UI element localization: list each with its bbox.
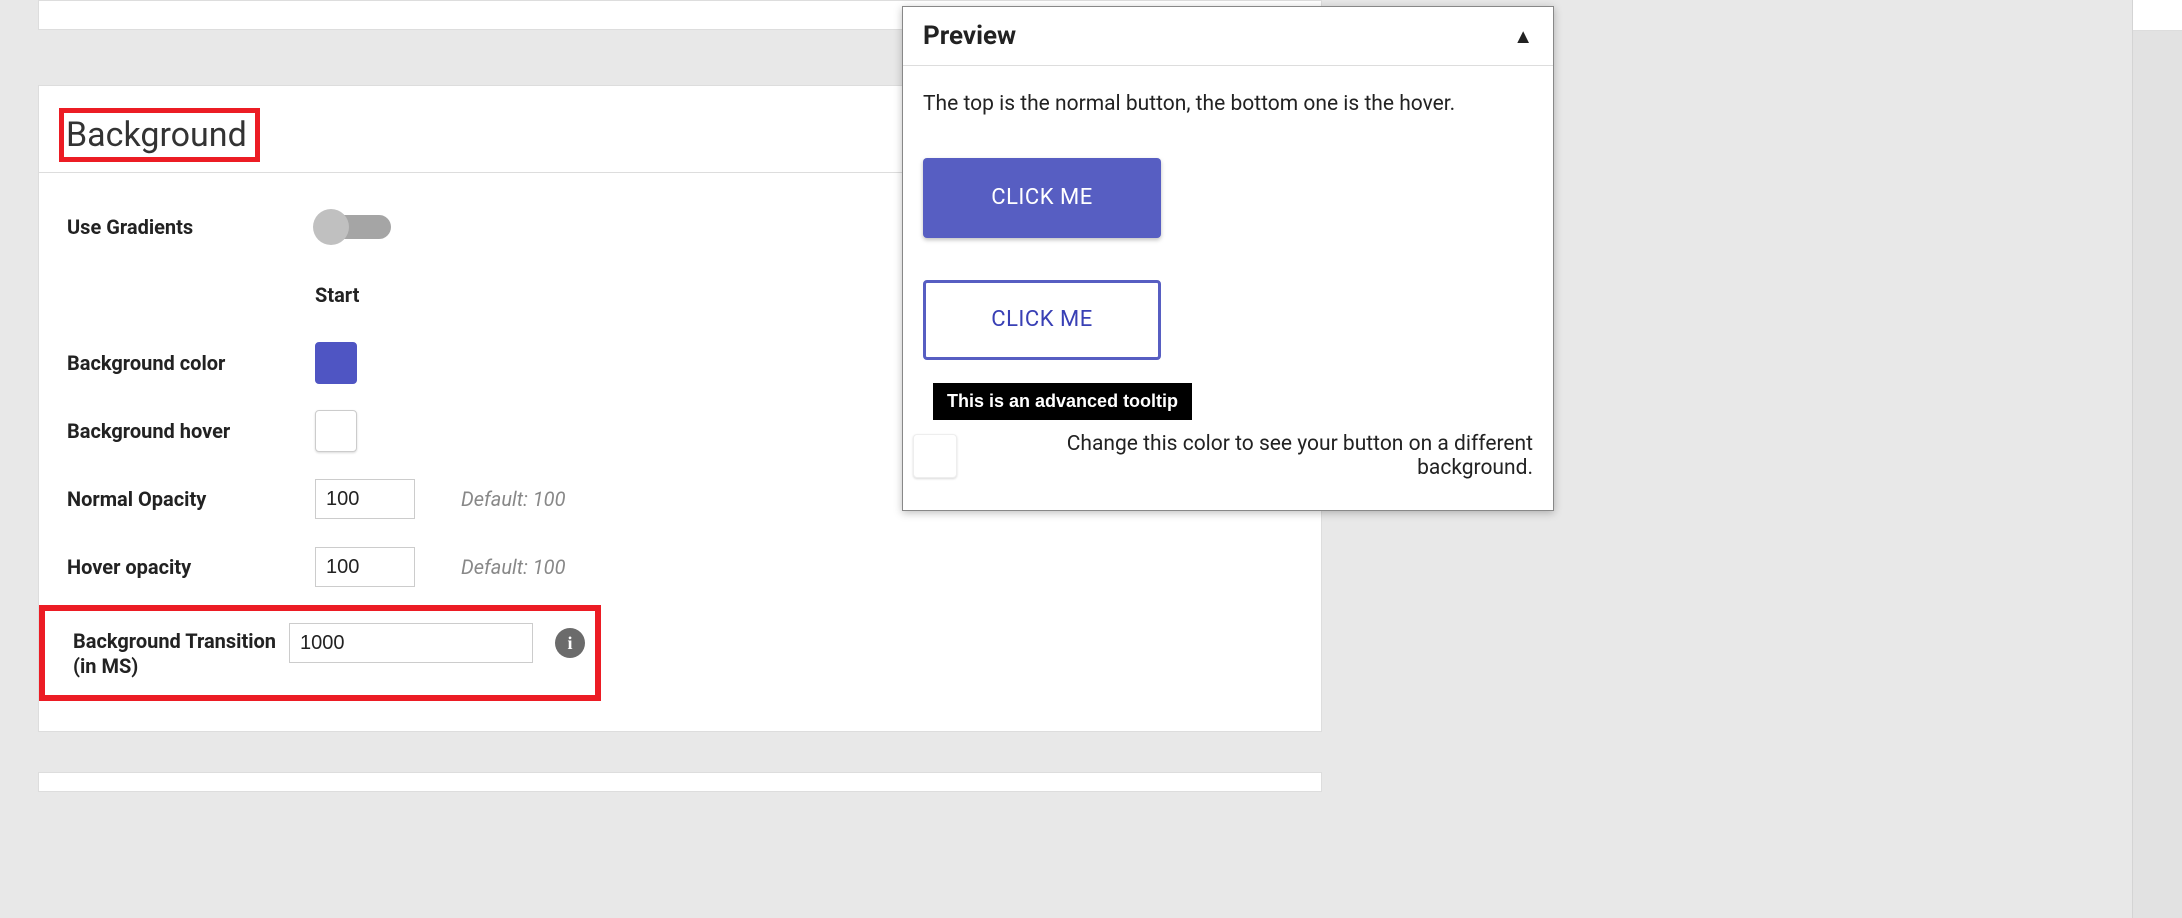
hint-normal-opacity: Default: 100 [461, 487, 565, 511]
label-background-color: Background color [67, 351, 315, 376]
hint-hover-opacity: Default: 100 [461, 555, 565, 579]
preview-footer: Change this color to see your button on … [903, 432, 1553, 510]
label-use-gradients: Use Gradients [67, 215, 315, 240]
tooltip: This is an advanced tooltip [933, 383, 1192, 420]
preview-footer-text: Change this color to see your button on … [987, 432, 1533, 480]
column-header-start: Start [315, 283, 359, 307]
section-title: Background [59, 108, 260, 162]
preview-body: The top is the normal button, the bottom… [903, 66, 1553, 432]
card-below [38, 772, 1322, 792]
preview-panel: Preview ▲ The top is the normal button, … [902, 6, 1554, 511]
toggle-knob [313, 209, 349, 245]
preview-description: The top is the normal button, the bottom… [923, 92, 1533, 116]
swatch-background-color[interactable] [315, 342, 357, 384]
label-background-hover: Background hover [67, 419, 315, 444]
label-hover-opacity: Hover opacity [67, 555, 315, 580]
right-sidebar-stub [2132, 0, 2182, 918]
preview-button-normal[interactable]: CLICK ME [923, 158, 1161, 238]
preview-title: Preview [923, 21, 1016, 51]
preview-button-hover[interactable]: CLICK ME [923, 280, 1161, 360]
input-normal-opacity[interactable] [315, 479, 415, 519]
preview-header[interactable]: Preview ▲ [903, 7, 1553, 66]
collapse-icon[interactable]: ▲ [1513, 24, 1533, 49]
row-transition-highlight: Background Transition (in MS) i [39, 605, 601, 701]
row-hover-opacity: Hover opacity Default: 100 [67, 533, 1321, 601]
input-hover-opacity[interactable] [315, 547, 415, 587]
toggle-use-gradients[interactable] [315, 215, 391, 239]
info-icon[interactable]: i [555, 628, 585, 658]
label-transition: Background Transition (in MS) [73, 623, 289, 679]
swatch-background-hover[interactable] [315, 410, 357, 452]
label-normal-opacity: Normal Opacity [67, 487, 315, 512]
preview-bg-swatch[interactable] [913, 434, 957, 478]
row-transition: Background Transition (in MS) i [73, 623, 585, 679]
input-transition[interactable] [289, 623, 533, 663]
